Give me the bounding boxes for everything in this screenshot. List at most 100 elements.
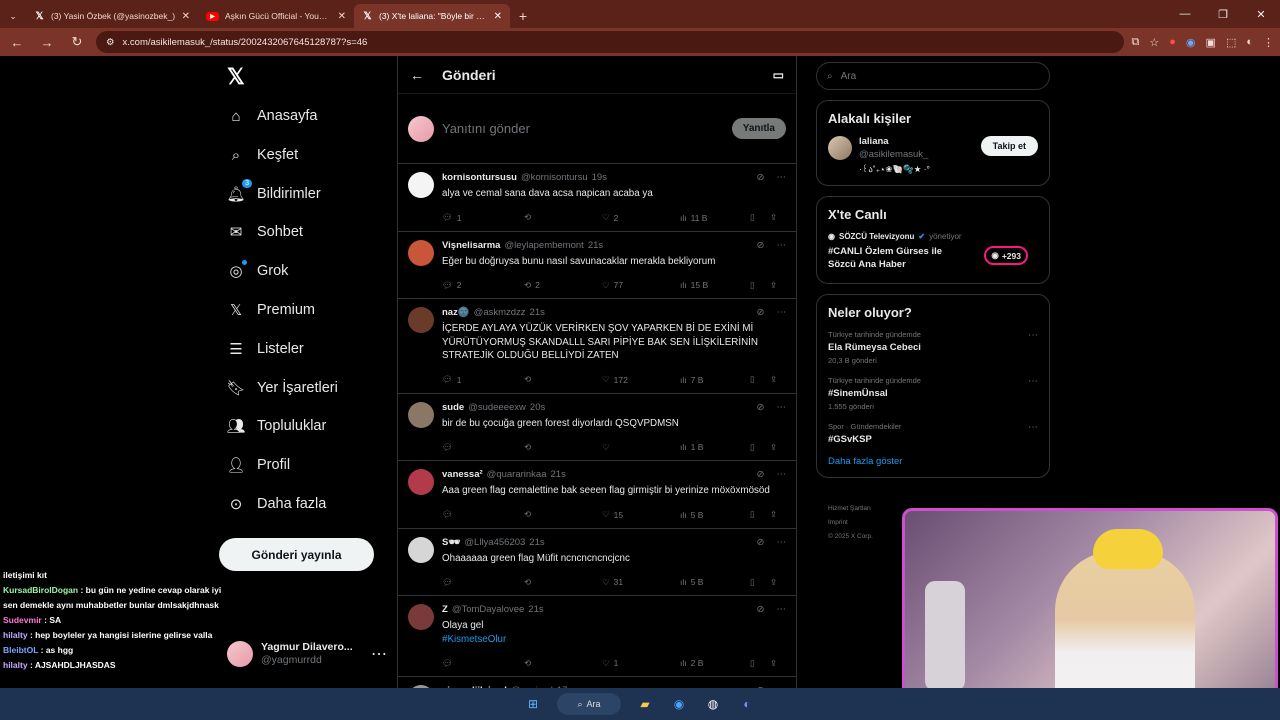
nav-grok[interactable]: ◎ Grok <box>227 256 288 286</box>
bookmark-action[interactable]: ▯ <box>750 658 770 669</box>
views-action[interactable]: ılı 1 B <box>680 442 750 452</box>
share-action[interactable]: ⇪ <box>770 509 777 520</box>
reply-action[interactable]: 💬︎ 2 <box>442 280 524 291</box>
nav-lists[interactable]: ☰ Listeler <box>227 334 303 364</box>
share-action[interactable]: ⇪ <box>770 374 777 385</box>
tweet-author-name[interactable]: vanessa² <box>442 469 483 480</box>
more-dots-icon[interactable]: ⋯ <box>371 644 387 664</box>
grok-icon[interactable]: ⊘ <box>757 604 765 615</box>
more-dots-icon[interactable]: ⋯ <box>777 307 787 318</box>
minimize-icon[interactable]: — <box>1166 0 1204 28</box>
share-action[interactable]: ⇪ <box>770 577 777 588</box>
reply-action[interactable]: 💬︎ <box>442 442 524 453</box>
tweet-author-handle[interactable]: @sudeeeexw <box>468 402 526 413</box>
more-dots-icon[interactable]: ⋯ <box>1028 422 1038 433</box>
more-dots-icon[interactable]: ⋯ <box>1028 376 1038 387</box>
windows-start-icon[interactable]: ⊞ <box>523 694 543 714</box>
reply-tweet[interactable]: S🕶 @Lllya456203 21s ⊘ ⋯ Ohaaaaaa green fl… <box>398 529 796 596</box>
tweet-author-name[interactable]: sude <box>442 402 464 413</box>
tab-search-button[interactable]: ⌄ <box>0 4 26 28</box>
more-dots-icon[interactable]: ⋯ <box>777 604 787 615</box>
reply-action[interactable]: 💬︎ <box>442 577 524 588</box>
trend-item[interactable]: Türkiye tarihinde gündemde Ela Rümeysa Ce… <box>828 330 1038 365</box>
more-dots-icon[interactable]: ⋯ <box>777 240 787 251</box>
tweet-author-name[interactable]: S🕶 <box>442 537 460 548</box>
grok-icon[interactable]: ⊘ <box>757 402 765 413</box>
like-action[interactable]: ♡ 2 <box>602 212 680 223</box>
close-icon[interactable]: ✕ <box>338 11 346 22</box>
reply-action[interactable]: 💬︎ <box>442 509 524 520</box>
bookmark-action[interactable]: ▯ <box>750 374 770 385</box>
share-action[interactable]: ⇪ <box>770 442 777 453</box>
tweet-author-name[interactable]: Z <box>442 604 448 615</box>
grok-icon[interactable]: ⊘ <box>757 307 765 318</box>
retweet-action[interactable]: ⟲ <box>524 442 602 453</box>
tweet-time[interactable]: 21s <box>551 469 566 480</box>
retweet-action[interactable]: ⟲ <box>524 577 602 588</box>
grok-icon[interactable]: ⊘ <box>757 240 765 251</box>
like-action[interactable]: ♡ 77 <box>602 280 680 291</box>
share-action[interactable]: ⇪ <box>770 280 777 291</box>
bookmark-action[interactable]: ▯ <box>750 442 770 453</box>
bookmark-action[interactable]: ▯ <box>750 280 770 291</box>
tweet-author-handle[interactable]: @quararinkaa <box>487 469 547 480</box>
close-icon[interactable]: ✕ <box>182 11 190 22</box>
bookmark-action[interactable]: ▯ <box>750 509 770 520</box>
star-icon[interactable]: ☆ <box>1149 36 1159 49</box>
related-person[interactable]: laliana @asikilemasuk_ ·꒰ა˚₊⋆❀🐚🫧★ ·° Tak… <box>828 136 1038 175</box>
nav-home[interactable]: ⌂ Anasayfa <box>227 101 317 131</box>
profile-avatar-icon[interactable]: ◐ <box>1246 36 1253 48</box>
views-action[interactable]: ılı 11 B <box>680 213 750 223</box>
nav-communities[interactable]: 👥︎ Topluluklar <box>226 411 326 441</box>
forward-icon[interactable]: → <box>36 31 58 53</box>
like-action[interactable]: ♡ 15 <box>602 509 680 520</box>
tweet-author-handle[interactable]: @leylapembemont <box>504 240 583 251</box>
reader-icon[interactable]: ▭ <box>773 68 784 82</box>
tweet-time[interactable]: 21s <box>528 604 543 615</box>
more-dots-icon[interactable]: ⋯ <box>777 469 787 480</box>
browser-tab[interactable]: 𝕏 (3) Yasin Özbek (@yasinozbek_) ✕ <box>26 4 198 28</box>
nav-explore[interactable]: ⌕ Keşfet <box>227 140 298 170</box>
post-button[interactable]: Gönderi yayınla <box>219 538 374 571</box>
bookmark-action[interactable]: ▯ <box>750 577 770 588</box>
tweet-time[interactable]: 20s <box>530 402 545 413</box>
more-dots-icon[interactable]: ⋯ <box>777 537 787 548</box>
like-action[interactable]: ♡ 172 <box>602 374 680 385</box>
reply-tweet[interactable]: sude @sudeeeexw 20s ⊘ ⋯ bir de bu çocuğa … <box>398 394 796 461</box>
show-more-link[interactable]: Daha fazla göster <box>828 456 1038 467</box>
retweet-action[interactable]: ⟲ <box>524 212 602 223</box>
avatar[interactable] <box>408 469 434 495</box>
grok-icon[interactable]: ⊘ <box>757 469 765 480</box>
like-action[interactable]: ♡ <box>602 442 680 453</box>
bookmark-action[interactable]: ▯ <box>750 212 770 223</box>
retweet-action[interactable]: ⟲ 2 <box>524 280 602 291</box>
url-field[interactable]: ⚙ x.com/asikilemasuk_/status/20024320676… <box>96 31 1124 53</box>
reply-tweet[interactable]: Vişnelisarma @leylapembemont 21s ⊘ ⋯ Eğer… <box>398 232 796 299</box>
views-action[interactable]: ılı 5 B <box>680 577 750 587</box>
extension-audio-icon[interactable]: ◉ <box>1186 36 1196 49</box>
reply-action[interactable]: 💬︎ <box>442 658 524 669</box>
nav-notifications[interactable]: 🔔︎ 3 Bildirimler <box>226 179 321 209</box>
tweet-author-name[interactable]: kornisontursusu <box>442 172 517 183</box>
reply-action[interactable]: 💬︎ 1 <box>442 212 524 223</box>
install-icon[interactable]: ⧉ <box>1132 36 1140 49</box>
account-switcher[interactable]: Yagmur Dilavero... @yagmurrdd ⋯ <box>227 641 387 667</box>
tweet-author-handle[interactable]: @askmzdzz <box>474 307 526 318</box>
tweet-author-name[interactable]: Vişnelisarma <box>442 240 500 251</box>
browser-tab-active[interactable]: 𝕏 (3) X'te laliana: "Böyle bir mesaj ✕ <box>354 4 510 28</box>
reply-tweet[interactable]: şimaydiilşimal @_ssimal 17s ⊘⋯ 💬︎ ⟲ ♡ ıl… <box>398 677 796 688</box>
extension-record-icon[interactable]: ● <box>1169 36 1176 48</box>
close-icon[interactable]: ✕ <box>494 11 502 22</box>
follow-button[interactable]: Takip et <box>980 136 1038 156</box>
nav-more[interactable]: ⊙ Daha fazla <box>227 489 327 519</box>
reply-tweet[interactable]: naz🌚 @askmzdzz 21s ⊘ ⋯ İÇERDE AYLAYA YÜZÜ… <box>398 299 796 394</box>
tweet-time[interactable]: 21s <box>529 537 544 548</box>
grok-icon[interactable]: ⊘ <box>757 537 765 548</box>
nav-premium[interactable]: 𝕏 Premium <box>227 295 315 325</box>
browser-tab[interactable]: ▶ Aşkın Gücü Official - YouTube ✕ <box>198 4 354 28</box>
restore-icon[interactable]: ❐ <box>1204 0 1242 28</box>
reply-tweet[interactable]: Z @TomDayalovee 21s ⊘ ⋯ Olaya gel #Kismets… <box>398 596 796 677</box>
reply-action[interactable]: 💬︎ 1 <box>442 374 524 385</box>
avatar[interactable] <box>408 536 434 563</box>
grok-icon[interactable]: ⊘ <box>757 172 765 183</box>
